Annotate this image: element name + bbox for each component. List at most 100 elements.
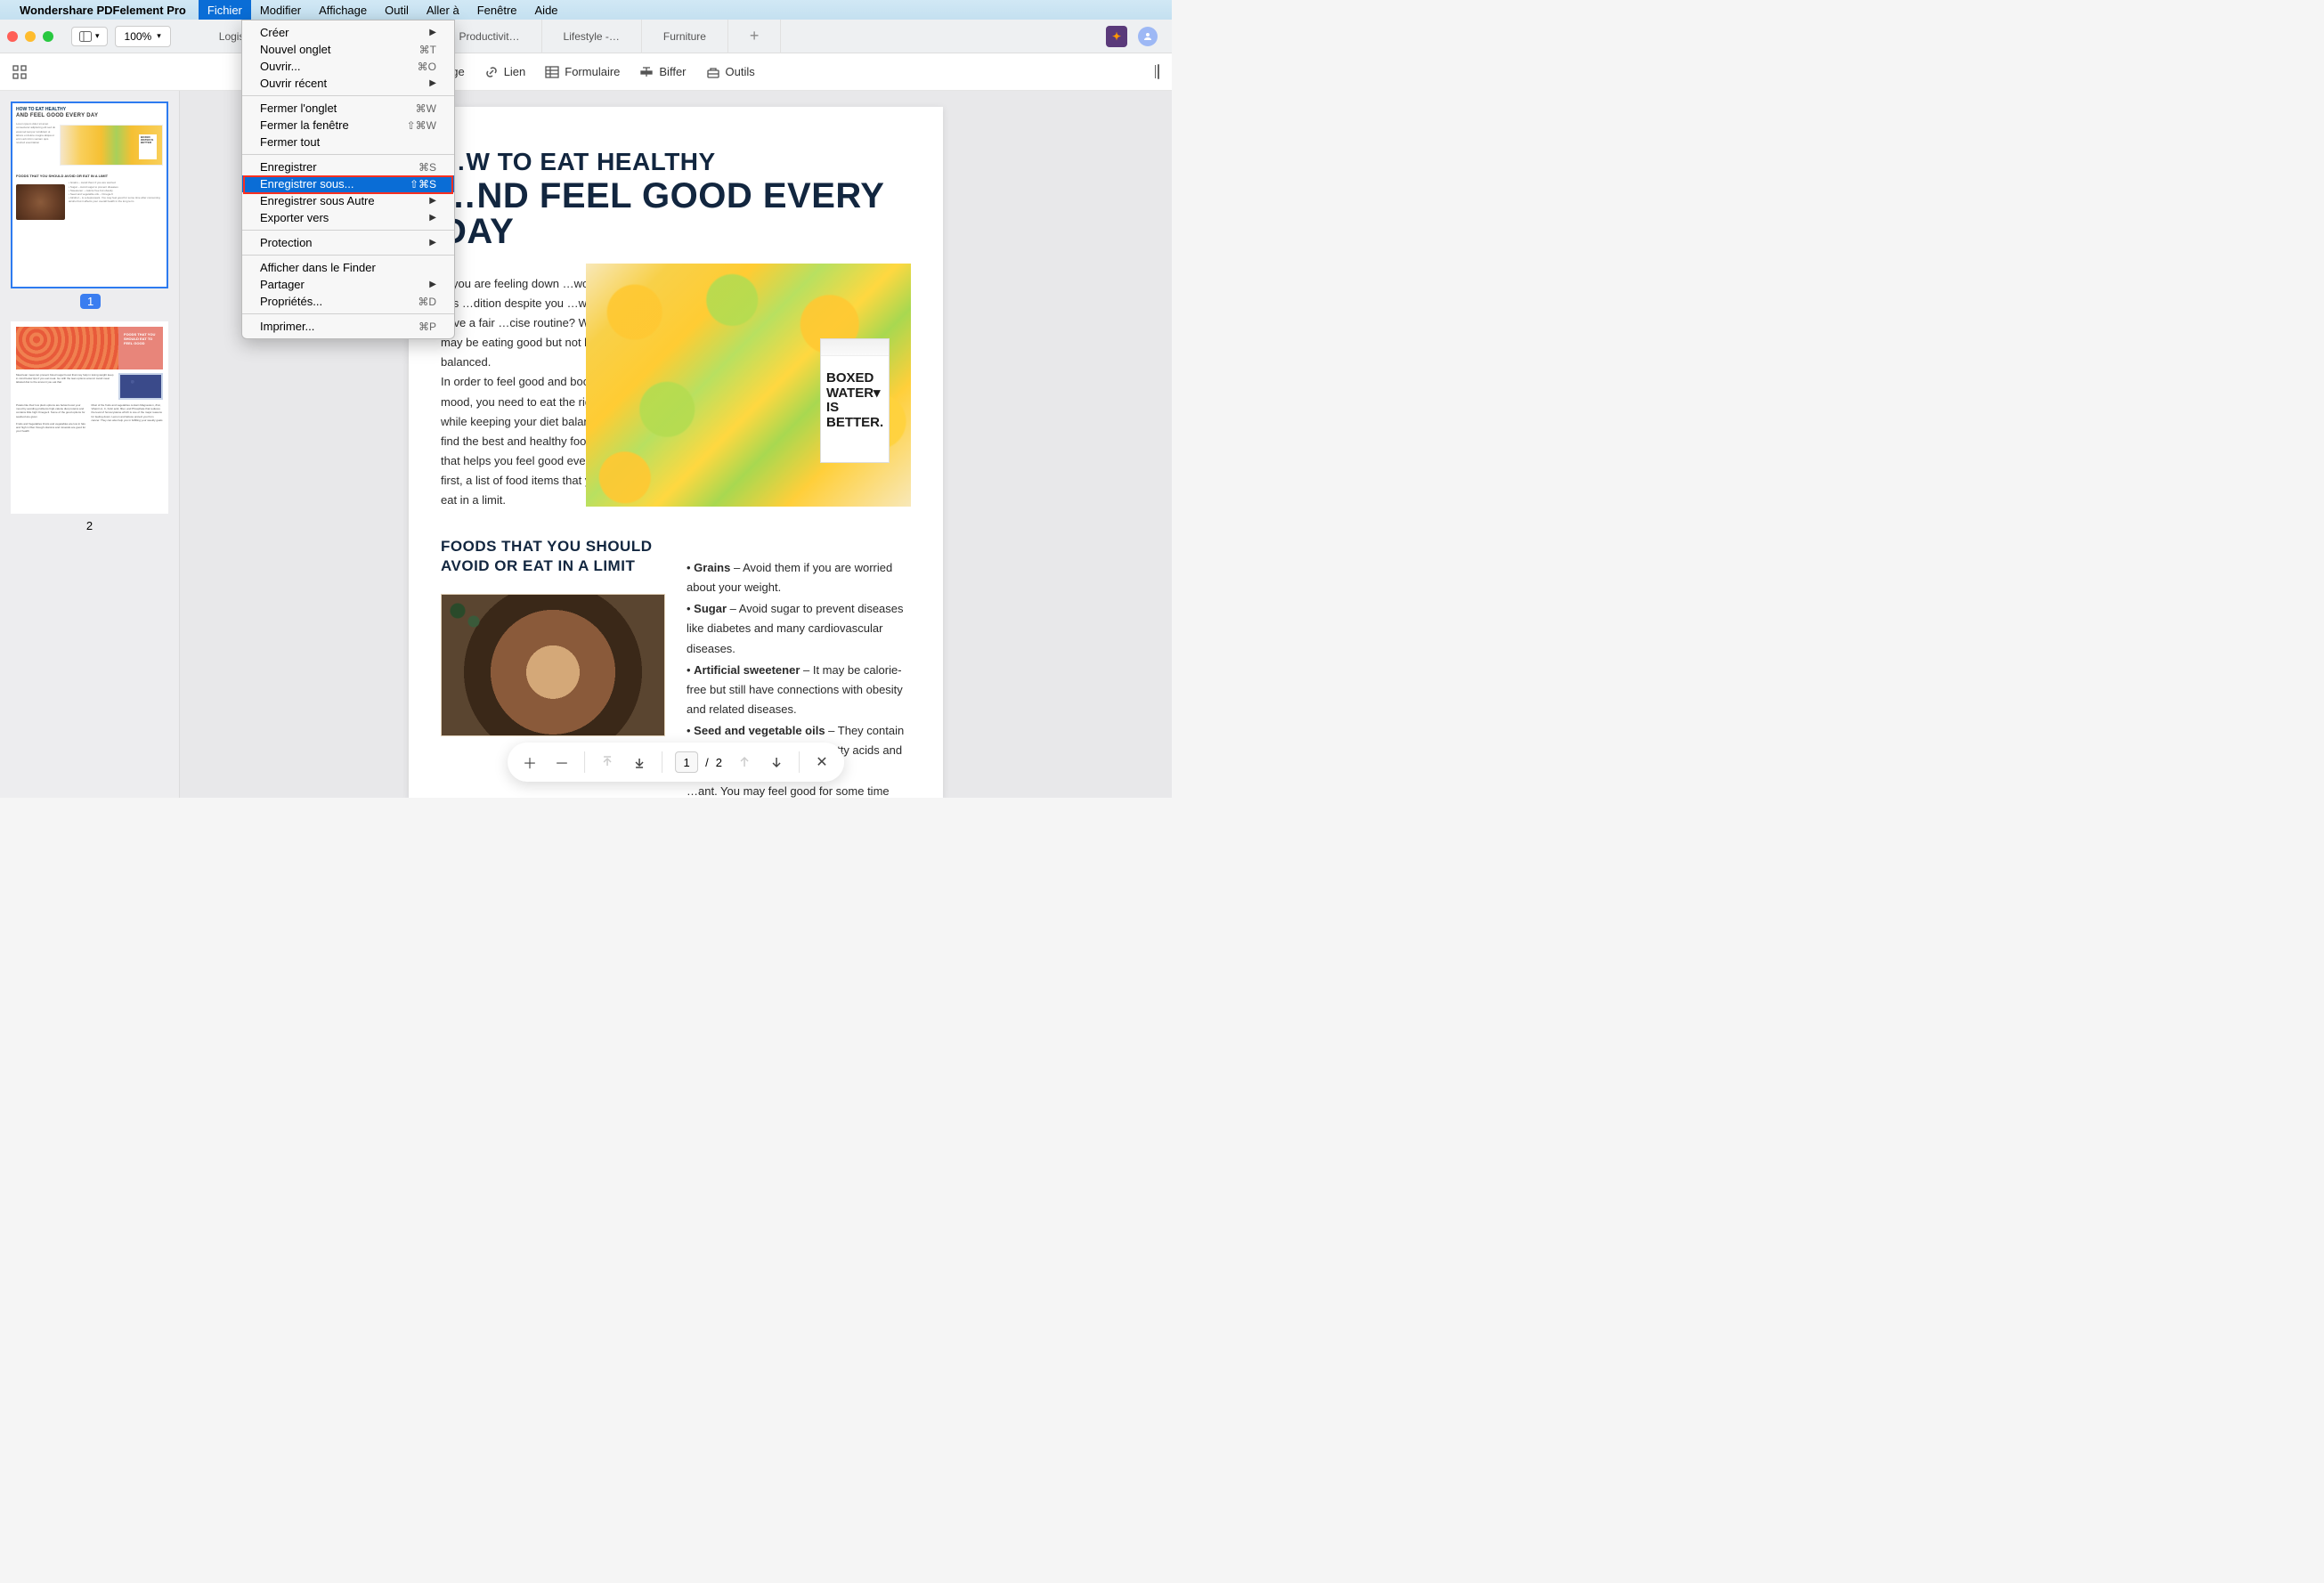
doc-heading-3: FOODS THAT YOU SHOULD AVOID OR EAT IN A … [441, 537, 665, 576]
menu-item-label: Protection [260, 236, 313, 249]
menu-separator [242, 255, 454, 256]
menu-affichage[interactable]: Affichage [310, 0, 376, 20]
close-controls-button[interactable]: ✕ [812, 752, 832, 772]
menu-item-label: Enregistrer sous... [260, 177, 354, 191]
menu-item-ouvrir-r-cent[interactable]: Ouvrir récent ▶ [242, 75, 454, 92]
chevron-down-icon: ▾ [95, 31, 100, 41]
fullscreen-window-button[interactable] [43, 31, 53, 42]
keyboard-shortcut: ⇧⌘S [410, 178, 436, 191]
tab-furniture[interactable]: Furniture [642, 20, 728, 53]
keyboard-shortcut: ⌘T [419, 44, 436, 56]
tool-lien[interactable]: Lien [484, 65, 526, 79]
pdf-page: …W TO EAT HEALTHY …ND FEEL GOOD EVERY DA… [409, 107, 943, 798]
zoom-selector[interactable]: 100% ▾ [115, 26, 171, 47]
next-page-button[interactable] [767, 752, 786, 772]
menu-item-cr-er[interactable]: Créer▶ [242, 24, 454, 41]
separator [799, 751, 800, 773]
menu-item-label: Enregistrer [260, 160, 317, 174]
main-toolbar: …tions Texte Image Lien Formulaire Biffe… [0, 53, 1172, 91]
menu-item-afficher-dans-le-finder[interactable]: Afficher dans le Finder [242, 259, 454, 276]
submenu-arrow-icon: ▶ [429, 196, 436, 206]
redact-icon [639, 65, 654, 79]
menu-outil[interactable]: Outil [376, 0, 418, 20]
thumb-text: • Grains – Avoid them if you are worried… [69, 181, 163, 223]
menu-item-fermer-la-fen-tre[interactable]: Fermer la fenêtre⇧⌘W [242, 117, 454, 134]
menu-separator [242, 154, 454, 155]
submenu-arrow-icon: ▶ [429, 78, 436, 88]
first-page-button[interactable] [597, 752, 617, 772]
thumbnails-grid-icon[interactable] [12, 65, 27, 79]
menu-item-nouvel-onglet[interactable]: Nouvel onglet⌘T [242, 41, 454, 58]
zoom-out-button[interactable]: － [552, 752, 572, 772]
layout-toggle-button[interactable] [1158, 65, 1159, 78]
menu-aide[interactable]: Aide [526, 0, 567, 20]
menu-item-fermer-l-onglet[interactable]: Fermer l'onglet⌘W [242, 100, 454, 117]
minimize-window-button[interactable] [25, 31, 36, 42]
keyboard-shortcut: ⌘P [418, 321, 436, 333]
thumb-text: Lorem ipsum dolor sit amet consectetur a… [16, 122, 57, 168]
keyboard-shortcut: ⌘S [418, 161, 436, 174]
submenu-arrow-icon: ▶ [429, 238, 436, 248]
doc-coffee-image [441, 594, 665, 736]
page-thumbnail-1[interactable]: HOW TO EAT HEALTHY AND FEEL GOOD EVERY D… [11, 101, 168, 288]
current-page-input[interactable] [675, 751, 698, 773]
tab-lifestyle[interactable]: Lifestyle -… [542, 20, 642, 53]
bullet-sugar: • Sugar – Avoid sugar to prevent disease… [687, 599, 911, 658]
close-window-button[interactable] [7, 31, 18, 42]
tool-biffer[interactable]: Biffer [639, 65, 686, 79]
thumbnail-page-number: 1 [80, 294, 101, 309]
thumb-image [16, 327, 118, 369]
thumb-subheading: FOODS THAT YOU SHOULD AVOID OR EAT IN A … [16, 174, 163, 178]
page-thumbnail-2[interactable]: FOODS THAT YOU SHOULD EAT TO FEEL GOOD M… [11, 321, 168, 514]
thumb-heading: AND FEEL GOOD EVERY DAY [16, 113, 163, 120]
thumb-image: BOXED WATER IS BETTER [60, 125, 163, 166]
menu-item-propri-t-s[interactable]: Propriétés...⌘D [242, 293, 454, 310]
menu-item-partager[interactable]: Partager▶ [242, 276, 454, 293]
submenu-arrow-icon: ▶ [429, 28, 436, 37]
menu-item-fermer-tout[interactable]: Fermer tout [242, 134, 454, 150]
menu-item-ouvrir[interactable]: Ouvrir...⌘O [242, 58, 454, 75]
zoom-in-button[interactable]: ＋ [520, 752, 540, 772]
menu-separator [242, 230, 454, 231]
toolbox-icon [706, 65, 720, 79]
app-brand-icon[interactable]: ✦ [1106, 26, 1127, 47]
new-tab-button[interactable]: + [728, 20, 782, 53]
thumb-text: Potato like their low plant options are … [16, 403, 88, 434]
thumb-heading: FOODS THAT YOU SHOULD EAT TO FEEL GOOD [118, 327, 163, 369]
sidebar-toggle-button[interactable]: ▾ [71, 27, 108, 46]
prev-page-button[interactable] [735, 752, 754, 772]
thumbnail-page-number: 2 [11, 519, 168, 532]
menu-fichier[interactable]: Fichier [199, 0, 251, 20]
tool-formulaire[interactable]: Formulaire [545, 65, 620, 79]
menu-item-label: Propriétés... [260, 295, 322, 308]
menu-item-label: Fermer l'onglet [260, 101, 337, 115]
menu-item-label: Imprimer... [260, 320, 314, 333]
doc-heading-2: …ND FEEL GOOD EVERY DAY [441, 178, 911, 249]
menu-item-enregistrer-sous[interactable]: Enregistrer sous... ⇧⌘S [242, 175, 454, 192]
separator [584, 751, 585, 773]
account-avatar-icon[interactable] [1138, 27, 1158, 46]
page-indicator: / 2 [675, 751, 722, 773]
app-name[interactable]: Wondershare PDFelement Pro [20, 4, 186, 17]
page-separator: / [705, 756, 709, 769]
boxed-water-label: BOXED WATER▾ IS BETTER. [820, 338, 890, 463]
menu-item-imprimer[interactable]: Imprimer... ⌘P [242, 318, 454, 335]
menu-item-enregistrer[interactable]: Enregistrer ⌘S [242, 158, 454, 175]
menu-item-label: Afficher dans le Finder [260, 261, 376, 274]
menu-item-enregistrer-sous-autre[interactable]: Enregistrer sous Autre▶ [242, 192, 454, 209]
thumb-box-label: BOXED WATER IS BETTER [139, 134, 157, 159]
link-icon [484, 65, 499, 79]
menu-fenetre[interactable]: Fenêtre [468, 0, 526, 20]
thumb-image [16, 184, 65, 220]
menu-item-protection[interactable]: Protection ▶ [242, 234, 454, 251]
last-page-button[interactable] [630, 752, 649, 772]
submenu-arrow-icon: ▶ [429, 213, 436, 223]
zoom-value: 100% [125, 30, 152, 43]
menu-item-label: Ouvrir récent [260, 77, 327, 90]
tool-outils[interactable]: Outils [706, 65, 755, 79]
menu-modifier[interactable]: Modifier [251, 0, 310, 20]
menu-item-exporter-vers[interactable]: Exporter vers▶ [242, 209, 454, 226]
menu-item-label: Ouvrir... [260, 60, 301, 73]
system-menubar: Wondershare PDFelement Pro Fichier Modif… [0, 0, 1172, 20]
menu-aller-a[interactable]: Aller à [418, 0, 468, 20]
